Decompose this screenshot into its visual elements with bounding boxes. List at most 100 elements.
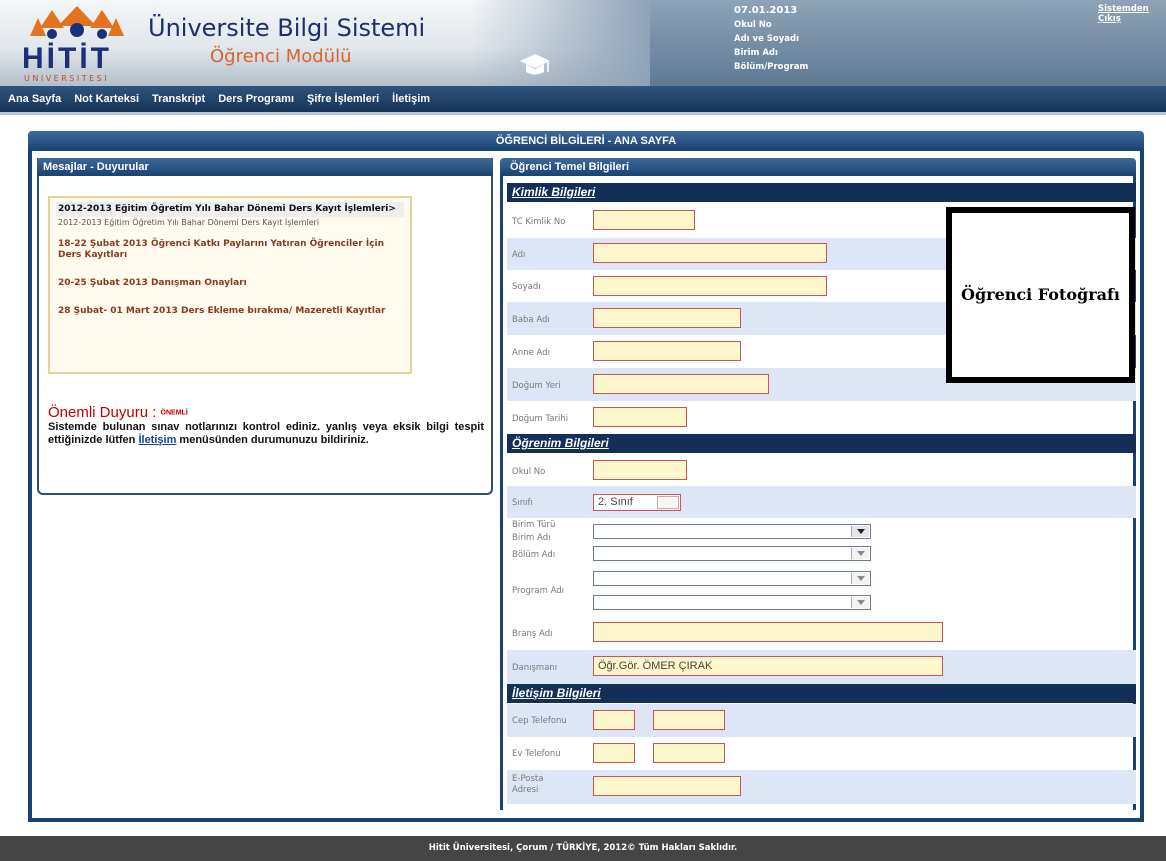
info-unit: Birim Adı xyxy=(734,48,778,58)
name-input[interactable] xyxy=(593,243,827,263)
department-label: Bölüm Adı xyxy=(512,550,556,560)
info-name: Adı ve Soyadı xyxy=(734,34,800,44)
logout-link[interactable]: Sistemden Çıkış xyxy=(1098,4,1166,24)
class-value: 2. Sınıf xyxy=(598,496,633,508)
chevron-down-icon xyxy=(851,597,869,608)
menu-item-grades[interactable]: Not Karteksi xyxy=(74,93,139,105)
unit-name-label: Birim Adı xyxy=(512,533,551,543)
menu-divider xyxy=(0,112,1166,115)
unit-type-select[interactable] xyxy=(593,524,871,539)
chevron-down-icon xyxy=(657,496,679,509)
home-number-input[interactable] xyxy=(653,743,725,763)
important-title-text: Önemli Duyuru : xyxy=(48,404,161,421)
birthplace-input[interactable] xyxy=(593,374,769,394)
contact-section-title: İletişim Bilgileri xyxy=(507,684,1136,703)
announcement-item[interactable]: 20-25 Şubat 2013 Danışman Onayları xyxy=(56,275,404,303)
form-row: Doğum Tarihi xyxy=(507,401,1136,434)
mother-name-input[interactable] xyxy=(593,341,741,361)
messages-panel-title: Mesajlar - Duyurular xyxy=(37,158,493,176)
form-row: Branş Adı xyxy=(507,614,1136,650)
menu-item-home[interactable]: Ana Sayfa xyxy=(8,93,61,105)
chevron-down-icon xyxy=(851,526,869,537)
form-row: Sınıfı 2. Sınıf xyxy=(507,486,1136,518)
chevron-down-icon xyxy=(851,573,869,584)
app-title: Üniversite Bilgi Sistemi xyxy=(148,14,426,42)
tc-label: TC Kimlik No xyxy=(512,217,566,227)
form-row: E-Posta Adresi xyxy=(507,770,1136,804)
school-no-input[interactable] xyxy=(593,460,687,480)
important-notice-text: Sistemde bulunan sınav notlarınızı kontr… xyxy=(48,421,484,447)
page-header: HİTİT UNIVERSITESI Üniversite Bilgi Sist… xyxy=(0,0,1166,86)
department-select[interactable] xyxy=(593,546,871,561)
menu-item-transcript[interactable]: Transkript xyxy=(152,93,205,105)
announcement-main[interactable]: 2012-2013 Eğitim Öğretim Yılı Bahar Döne… xyxy=(56,202,404,217)
main-menu: Ana Sayfa Not Karteksi Transkript Ders P… xyxy=(0,86,1166,112)
form-row: Birim Türü Birim Adı xyxy=(507,518,1136,546)
main-frame-bottom xyxy=(28,818,1144,822)
birthplace-label: Doğum Yeri xyxy=(512,381,561,391)
home-area-input[interactable] xyxy=(593,743,635,763)
form-row: Okul No xyxy=(507,455,1136,486)
unit-type-label: Birim Türü xyxy=(512,520,556,530)
program-select-secondary[interactable] xyxy=(593,595,871,610)
student-panel-title: Öğrenci Temel Bilgileri xyxy=(500,158,1136,176)
birthdate-label: Doğum Tarihi xyxy=(512,414,569,424)
name-label: Adı xyxy=(512,250,526,260)
menu-item-password[interactable]: Şifre İşlemleri xyxy=(307,93,379,105)
form-row: Bölüm Adı xyxy=(507,546,1136,568)
advisor-label: Danışmanı xyxy=(512,663,558,673)
header-right-panel xyxy=(650,0,1166,86)
current-date: 07.01.2013 xyxy=(734,5,798,16)
university-logo-icon xyxy=(30,6,124,39)
form-row: Ev Telefonu xyxy=(507,737,1136,770)
menu-item-schedule[interactable]: Ders Programı xyxy=(218,93,294,105)
education-section-title: Öğrenim Bilgileri xyxy=(507,434,1136,453)
app-subtitle: Öğrenci Modülü xyxy=(210,46,352,67)
important-badge: ÖNEMLİ xyxy=(160,409,188,417)
contact-link[interactable]: İletişim xyxy=(138,434,176,446)
birthdate-input[interactable] xyxy=(593,407,687,427)
form-row: Cep Telefonu xyxy=(507,704,1136,737)
school-no-label: Okul No xyxy=(512,467,546,477)
class-label: Sınıfı xyxy=(512,498,533,508)
info-school-no: Okul No xyxy=(734,20,772,30)
branch-label: Branş Adı xyxy=(512,629,553,639)
announcements-box: 2012-2013 Eğitim Öğretim Yılı Bahar Döne… xyxy=(48,196,412,374)
email-input[interactable] xyxy=(593,776,741,796)
program-label: Program Adı xyxy=(512,586,564,596)
surname-label: Soyadı xyxy=(512,282,541,292)
logo-text: HİTİT xyxy=(22,42,112,75)
home-phone-label: Ev Telefonu xyxy=(512,749,561,759)
important-notice-title: Önemli Duyuru : ÖNEMLİ xyxy=(48,404,188,421)
mobile-area-input[interactable] xyxy=(593,710,635,730)
announcement-main-detail: 2012-2013 Eğitim Öğretim Yılı Bahar Döne… xyxy=(58,218,320,227)
mobile-number-input[interactable] xyxy=(653,710,725,730)
mobile-phone-label: Cep Telefonu xyxy=(512,716,567,726)
info-program: Bölüm/Program xyxy=(734,62,809,72)
important-text-end: menüsünden durumunuzu bildiriniz. xyxy=(176,434,369,446)
user-info-block: 07.01.2013 Okul No Adı ve Soyadı Birim A… xyxy=(734,4,808,74)
chevron-down-icon xyxy=(851,548,869,559)
form-row: Program Adı xyxy=(507,568,1136,614)
branch-input[interactable] xyxy=(593,622,943,642)
surname-input[interactable] xyxy=(593,276,827,296)
father-name-label: Baba Adı xyxy=(512,315,550,325)
page-footer: Hitit Üniversitesi, Çorum / TÜRKİYE, 201… xyxy=(0,836,1166,861)
advisor-input[interactable]: Öğr.Gör. ÖMER ÇIRAK xyxy=(593,656,943,676)
class-select[interactable]: 2. Sınıf xyxy=(593,494,681,511)
tc-input[interactable] xyxy=(593,210,695,230)
identity-section-title: Kimlik Bilgileri xyxy=(507,183,1136,202)
graduation-cap-icon xyxy=(520,54,550,75)
form-row: Danışmanı Öğr.Gör. ÖMER ÇIRAK xyxy=(507,650,1136,684)
page-title: ÖĞRENCİ BİLGİLERİ - ANA SAYFA xyxy=(28,131,1144,151)
announcement-item[interactable]: 28 Şubat- 01 Mart 2013 Ders Ekleme bırak… xyxy=(56,303,404,331)
menu-item-contact[interactable]: İletişim xyxy=(392,93,430,105)
student-photo: Öğrenci Fotoğrafı xyxy=(946,207,1135,383)
logo-subtext: UNIVERSITESI xyxy=(24,74,110,83)
mother-name-label: Anne Adı xyxy=(512,348,550,358)
father-name-input[interactable] xyxy=(593,308,741,328)
email-label: E-Posta Adresi xyxy=(512,774,544,795)
header-fade xyxy=(470,0,650,86)
announcement-item[interactable]: 18-22 Şubat 2013 Öğrenci Katkı Paylarını… xyxy=(56,236,404,275)
program-select[interactable] xyxy=(593,571,871,586)
